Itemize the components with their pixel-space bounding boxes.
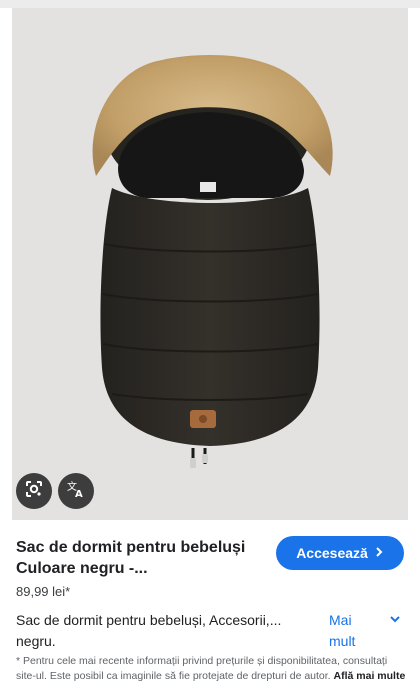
disclaimer-text: * Pentru cele mai recente informații pri… [16,654,406,684]
visit-button[interactable]: Accesează [276,536,404,570]
learn-more-link[interactable]: Află mai multe [334,670,406,682]
product-info-panel: Sac de dormit pentru bebeluși Culoare ne… [0,520,420,700]
bag-body [100,188,320,446]
label-tag [200,182,216,192]
google-lens-button[interactable] [16,473,52,509]
more-link[interactable]: Mai mult [329,610,379,652]
product-description: Sac de dormit pentru bebeluși, Accesorii… [16,612,282,649]
top-strip [0,0,420,8]
chevron-right-icon [374,545,384,561]
translate-icon: 文 A [66,479,86,504]
sleeping-bag-illustration [92,55,333,468]
google-lens-icon [24,479,44,504]
svg-text:A: A [75,489,83,499]
product-price: 89,99 lei* [16,584,71,599]
translate-button[interactable]: 文 A [58,473,94,509]
product-image[interactable] [12,8,408,520]
visit-button-label: Accesează [296,545,368,561]
chevron-down-icon[interactable] [388,612,402,626]
product-title[interactable]: Sac de dormit pentru bebeluși Culoare ne… [16,537,266,579]
disclaimer-body: * Pentru cele mai recente informații pri… [16,655,388,682]
